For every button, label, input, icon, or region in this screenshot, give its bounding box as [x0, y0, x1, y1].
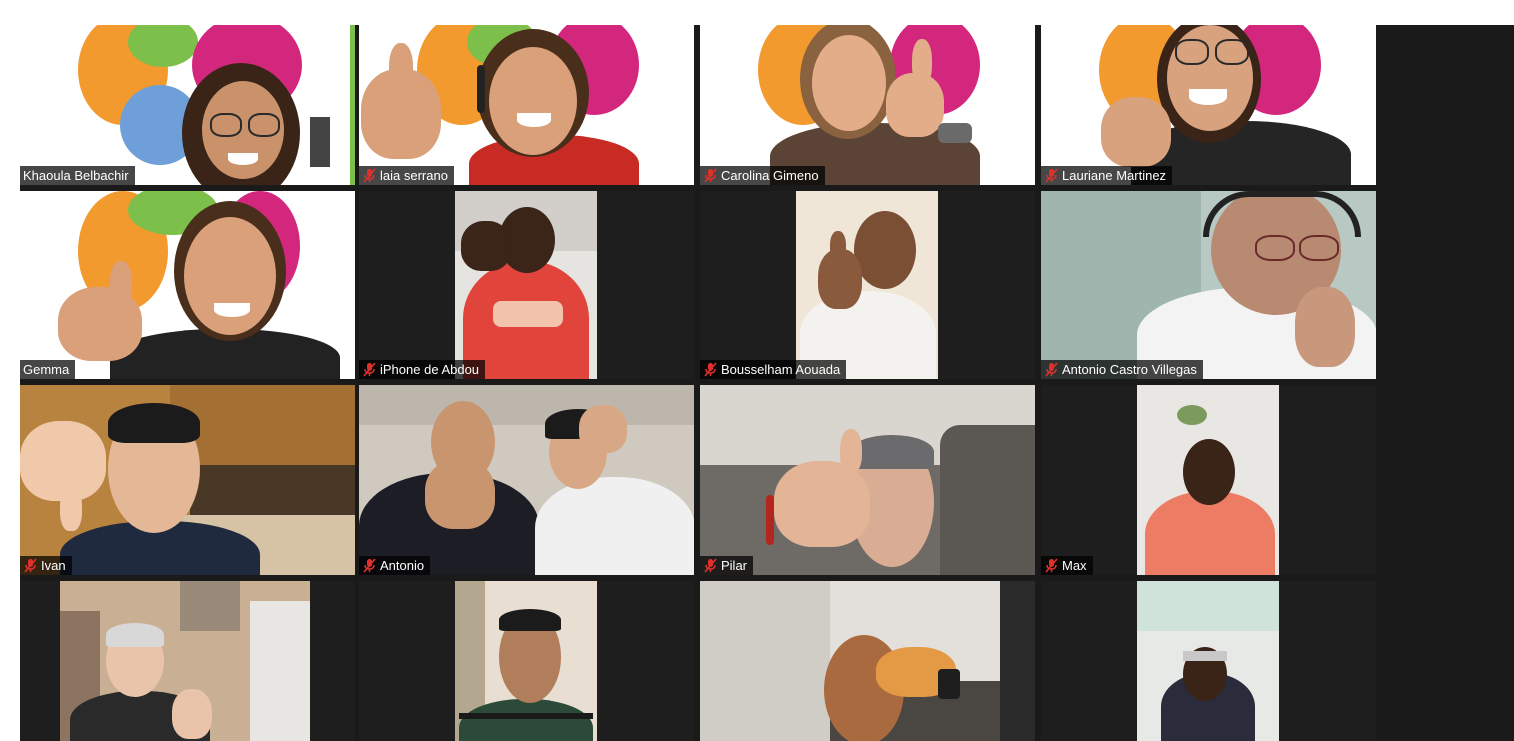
participant-name: laia serrano — [380, 168, 448, 183]
participant-tile-max[interactable]: Max — [1041, 385, 1376, 575]
participant-tile-carolina[interactable]: Carolina Gimeno — [700, 25, 1035, 185]
participant-video — [1041, 191, 1376, 379]
participant-tile-gemma[interactable]: Gemma — [20, 191, 355, 379]
participant-video — [359, 385, 694, 575]
participant-tile-16[interactable] — [1041, 581, 1376, 741]
video-gallery: Khaoula Belbachir laia serrano Carolina … — [0, 0, 1514, 741]
mic-muted-icon — [363, 168, 376, 183]
participant-name: Carolina Gimeno — [721, 168, 819, 183]
participant-video — [20, 191, 355, 379]
mic-muted-icon — [704, 168, 717, 183]
right-empty-area — [1376, 25, 1514, 741]
participant-video — [1137, 581, 1279, 741]
participant-video — [700, 581, 1035, 741]
participant-name-tag: Antonio Castro Villegas — [1041, 360, 1203, 379]
participant-name: iPhone de Abdou — [380, 362, 480, 377]
mic-muted-icon — [24, 558, 37, 573]
left-margin — [0, 25, 20, 741]
mic-muted-icon — [1045, 558, 1058, 573]
mic-muted-icon — [1045, 168, 1058, 183]
participant-name-tag: Khaoula Belbachir — [20, 166, 135, 185]
participant-name: Khaoula Belbachir — [23, 168, 129, 183]
participant-video — [1137, 385, 1279, 575]
participant-name: Ivan — [41, 558, 66, 573]
participant-tile-khaoula[interactable]: Khaoula Belbachir — [20, 25, 355, 185]
participant-video — [455, 191, 597, 379]
participant-name-tag: Antonio — [359, 556, 431, 575]
participant-video — [1041, 25, 1376, 185]
participant-name-tag: Max — [1041, 556, 1093, 575]
mic-muted-icon — [363, 558, 376, 573]
participant-tile-pilar[interactable]: Pilar — [700, 385, 1035, 575]
participant-video — [359, 25, 694, 185]
participant-tile-15[interactable] — [700, 581, 1035, 741]
participant-name: Gemma — [23, 362, 70, 377]
participant-tile-bousselham[interactable]: Bousselham Aouada — [700, 191, 1035, 379]
participant-tile-ivan[interactable]: Ivan — [20, 385, 355, 575]
participant-video — [700, 385, 1035, 575]
participant-tile-lauriane[interactable]: Lauriane Martinez — [1041, 25, 1376, 185]
mic-muted-icon — [704, 362, 717, 377]
participant-tile-antonio[interactable]: Antonio — [359, 385, 694, 575]
top-margin — [0, 0, 1514, 25]
mic-muted-icon — [704, 558, 717, 573]
participant-name-tag: laia serrano — [359, 166, 454, 185]
participant-name: Max — [1062, 558, 1087, 573]
participant-name-tag: Gemma — [20, 360, 76, 379]
participant-name-tag: Lauriane Martinez — [1041, 166, 1173, 185]
participant-name: Lauriane Martinez — [1062, 168, 1167, 183]
participant-name-tag: Bousselham Aouada — [700, 360, 847, 379]
participant-video — [20, 385, 355, 575]
participant-video — [700, 25, 1035, 185]
participant-name: Pilar — [721, 558, 748, 573]
participant-tile-13[interactable] — [20, 581, 355, 741]
mic-muted-icon — [363, 362, 376, 377]
participant-name-tag: iPhone de Abdou — [359, 360, 486, 379]
participant-tile-abdou[interactable]: iPhone de Abdou — [359, 191, 694, 379]
participant-name: Antonio Castro Villegas — [1062, 362, 1197, 377]
participant-video — [796, 191, 938, 379]
participant-video — [455, 581, 597, 741]
participant-name: Antonio — [380, 558, 425, 573]
participant-name-tag: Carolina Gimeno — [700, 166, 825, 185]
mic-muted-icon — [1045, 362, 1058, 377]
participant-tile-laia[interactable]: laia serrano — [359, 25, 694, 185]
participant-name: Bousselham Aouada — [721, 362, 841, 377]
participant-name-tag: Ivan — [20, 556, 72, 575]
participant-video — [20, 25, 355, 185]
participant-tile-14[interactable] — [359, 581, 694, 741]
participant-name-tag: Pilar — [700, 556, 754, 575]
participant-tile-antonio-castro[interactable]: Antonio Castro Villegas — [1041, 191, 1376, 379]
participant-video — [60, 581, 310, 741]
